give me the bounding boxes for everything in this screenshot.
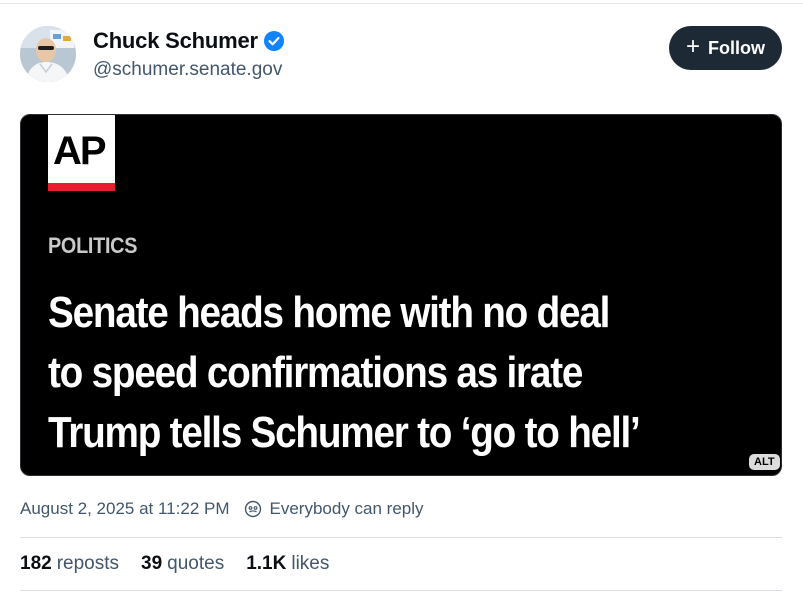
headline-line: Senate heads home with no deal bbox=[48, 288, 610, 337]
author-name-row: Chuck Schumer bbox=[93, 28, 284, 54]
plus-icon: + bbox=[685, 33, 700, 60]
author-handle[interactable]: @schumer.senate.gov bbox=[93, 59, 282, 81]
section-label: POLITICS bbox=[48, 233, 138, 258]
stat-label: likes bbox=[291, 553, 330, 574]
top-divider bbox=[0, 3, 803, 4]
reply-settings-icon bbox=[244, 500, 262, 518]
headline-line: Trump tells Schumer to ‘go to hell’ bbox=[48, 408, 641, 457]
stat-count: 182 bbox=[20, 553, 52, 574]
stat-count: 1.1K bbox=[246, 553, 287, 574]
stat-count: 39 bbox=[141, 553, 163, 574]
stat-reposts[interactable]: 182 reposts bbox=[20, 553, 119, 575]
ap-logo: AP bbox=[48, 115, 115, 191]
divider bbox=[20, 590, 782, 591]
headline: Senate heads home with no deal to speed … bbox=[48, 283, 743, 463]
ap-logo-text: AP bbox=[53, 129, 107, 173]
stat-likes[interactable]: 1.1K likes bbox=[246, 553, 329, 575]
avatar[interactable] bbox=[20, 26, 76, 82]
post-meta: August 2, 2025 at 11:22 PM Everybody can… bbox=[20, 499, 424, 519]
stat-label: quotes bbox=[167, 553, 225, 574]
ap-logo-bar bbox=[48, 183, 115, 191]
follow-button[interactable]: + Follow bbox=[669, 26, 782, 70]
stat-label: reposts bbox=[56, 553, 120, 574]
follow-button-label: Follow bbox=[708, 37, 765, 58]
stat-quotes[interactable]: 39 quotes bbox=[141, 553, 224, 575]
engagement-stats: 182 reposts 39 quotes 1.1K likes bbox=[20, 553, 329, 575]
timestamp[interactable]: August 2, 2025 at 11:22 PM bbox=[20, 499, 230, 519]
reply-settings-label: Everybody can reply bbox=[269, 499, 424, 518]
verified-badge-icon[interactable] bbox=[263, 31, 284, 51]
alt-text-badge[interactable]: ALT bbox=[749, 454, 780, 470]
headline-line: to speed confirmations as irate bbox=[48, 348, 583, 397]
author-display-name[interactable]: Chuck Schumer bbox=[93, 28, 258, 54]
avatar-photo-icon bbox=[20, 26, 76, 82]
link-embed-card[interactable]: AP POLITICS Senate heads home with no de… bbox=[20, 114, 782, 476]
divider bbox=[20, 537, 782, 538]
